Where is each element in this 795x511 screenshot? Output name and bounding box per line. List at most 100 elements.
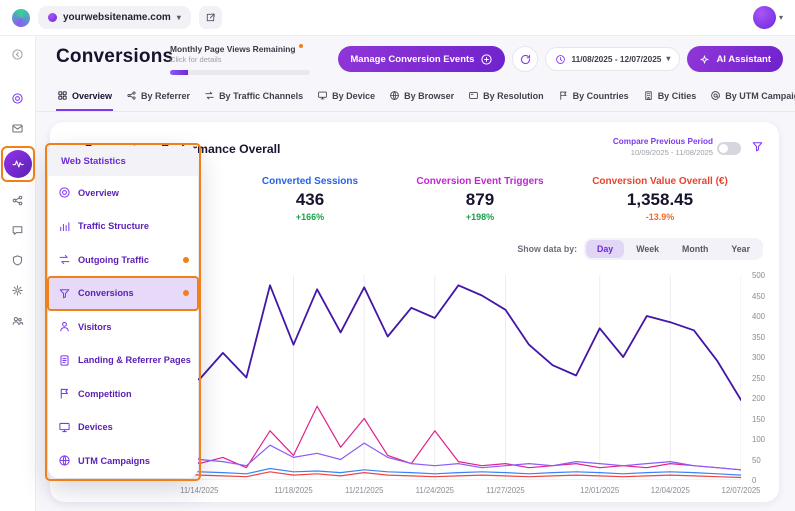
metric-conversion-event-triggers: Conversion Event Triggers 879 +198%: [416, 176, 543, 222]
y-axis-label: 350: [752, 332, 766, 342]
y-axis-label: 450: [752, 291, 766, 301]
chevron-down-icon: ▾: [666, 54, 671, 63]
flyout-item-label: Visitors: [78, 321, 112, 332]
tab-label: By Countries: [572, 90, 629, 101]
arrows-icon: [204, 90, 215, 101]
filter-icon: [751, 140, 764, 153]
sidebar-users-button[interactable]: [10, 312, 26, 328]
shield-icon: [11, 254, 24, 267]
click-for-details-link[interactable]: Click for details: [170, 55, 320, 64]
ai-assistant-button[interactable]: AI Assistant: [687, 46, 783, 72]
compare-toggle[interactable]: [717, 142, 741, 155]
tab-by-cities[interactable]: By Cities: [642, 85, 698, 111]
x-axis-label: 12/04/2025: [650, 486, 690, 495]
flyout-item-devices[interactable]: Devices: [48, 411, 198, 445]
report-tabs: Overview By Referrer By Traffic Channels By…: [36, 82, 795, 112]
flyout-item-landing-referrer-pages[interactable]: Landing & Referrer Pages: [48, 344, 198, 378]
flyout-item-overview[interactable]: Overview: [48, 176, 198, 210]
flyout-item-conversions[interactable]: Conversions: [48, 276, 198, 310]
monitor-icon: [58, 421, 71, 434]
header-actions: Manage Conversion Events 11/08/2025 - 12…: [338, 46, 783, 72]
tab-overview[interactable]: Overview: [56, 85, 114, 111]
x-axis-label: 12/01/2025: [580, 486, 620, 495]
doc-icon: [58, 354, 71, 367]
y-axis-label: 50: [752, 455, 761, 465]
tab-by-utm-campaign[interactable]: By UTM Campaign: [709, 85, 795, 111]
globe-icon: [58, 454, 71, 467]
ai-assistant-label: AI Assistant: [716, 53, 771, 65]
sidebar-share-button[interactable]: [10, 192, 26, 208]
flyout-item-label: Overview: [78, 187, 119, 198]
y-axis-label: 150: [752, 414, 766, 424]
metric-label: Conversion Event Triggers: [416, 176, 544, 187]
metric-label: Conversion Value Overall (€): [592, 176, 728, 187]
screen-icon: [468, 90, 479, 101]
tab-label: By UTM Campaign: [725, 90, 795, 101]
tab-by-referrer[interactable]: By Referrer: [125, 85, 191, 111]
sidebar-shield-button[interactable]: [10, 252, 26, 268]
sidebar-target-button[interactable]: [10, 90, 26, 106]
flyout-item-competition[interactable]: Competition: [48, 377, 198, 411]
tab-label: By Traffic Channels: [219, 90, 304, 101]
filter-button[interactable]: [749, 140, 765, 156]
granularity-switch: Day Week Month Year: [584, 238, 763, 260]
tab-label: By Referrer: [141, 90, 191, 101]
globe-icon: [389, 90, 400, 101]
y-axis-label: 500: [752, 271, 766, 280]
flyout-item-traffic-structure[interactable]: Traffic Structure: [48, 210, 198, 244]
gear-icon: [11, 284, 24, 297]
sidebar-chat-button[interactable]: [10, 222, 26, 238]
sidebar-mail-button[interactable]: [10, 120, 26, 136]
arrows-icon: [58, 253, 71, 266]
refresh-button[interactable]: [512, 46, 539, 72]
flyout-item-label: Landing & Referrer Pages: [78, 355, 191, 366]
metric-delta: -13.9%: [645, 212, 675, 222]
y-axis-label: 400: [752, 312, 766, 321]
flyout-item-utm-campaigns[interactable]: UTM Campaigns: [48, 444, 198, 478]
bars-icon: [58, 220, 71, 233]
tab-by-device[interactable]: By Device: [316, 85, 376, 111]
y-axis-label: 300: [752, 353, 766, 362]
show-data-by-label: Show data by:: [517, 244, 578, 254]
ai-sparkle-icon: [699, 54, 710, 65]
date-range-picker[interactable]: 11/08/2025 - 12/07/2025 ▾: [545, 47, 681, 71]
page-title: Conversions: [56, 46, 174, 67]
sidebar-collapse-button[interactable]: [10, 46, 26, 62]
tab-label: By Cities: [657, 90, 697, 101]
warning-dot-icon: [298, 44, 303, 49]
chat-icon: [11, 224, 24, 237]
granularity-day[interactable]: Day: [586, 240, 625, 258]
open-website-button[interactable]: [198, 6, 222, 29]
flyout-item-visitors[interactable]: Visitors: [48, 310, 198, 344]
mail-icon: [11, 122, 24, 135]
site-favicon-icon: [48, 13, 57, 22]
sidebar-gear-button[interactable]: [10, 282, 26, 298]
user-menu[interactable]: ▾: [752, 6, 783, 29]
sidebar-web-statistics-button[interactable]: [3, 150, 32, 178]
tab-by-browser[interactable]: By Browser: [388, 85, 455, 111]
granularity-week[interactable]: Week: [625, 240, 670, 258]
page-views-progressbar: [170, 70, 310, 75]
x-axis-label: 11/18/2025: [274, 486, 313, 495]
granularity-month[interactable]: Month: [671, 240, 719, 258]
manage-conversion-events-button[interactable]: Manage Conversion Events: [338, 46, 506, 72]
y-axis-label: 0: [752, 476, 757, 485]
tab-by-resolution[interactable]: By Resolution: [467, 85, 545, 111]
grid-icon: [57, 90, 68, 101]
granularity-year[interactable]: Year: [720, 240, 761, 258]
website-name: yourwebsitename.com: [63, 12, 171, 23]
flyout-item-label: Competition: [78, 388, 132, 399]
page-views-label: Monthly Page Views Remaining: [170, 44, 320, 54]
website-selector[interactable]: yourwebsitename.com ▾: [38, 6, 191, 29]
topbar: yourwebsitename.com ▾ ▾: [0, 0, 795, 36]
notification-dot-icon: [183, 256, 189, 263]
flyout-item-outgoing-traffic[interactable]: Outgoing Traffic: [48, 243, 198, 277]
building-icon: [643, 90, 654, 101]
page-views-remaining[interactable]: Monthly Page Views Remaining Click for d…: [170, 44, 320, 75]
y-axis-label: 250: [752, 373, 766, 383]
metric-conversion-value-overall: Conversion Value Overall (€) 1,358.45 -1…: [592, 176, 728, 222]
pulse-icon: [11, 157, 25, 171]
progress-fill: [170, 70, 189, 75]
tab-by-countries[interactable]: By Countries: [557, 85, 630, 111]
tab-by-traffic-channels[interactable]: By Traffic Channels: [203, 85, 304, 111]
